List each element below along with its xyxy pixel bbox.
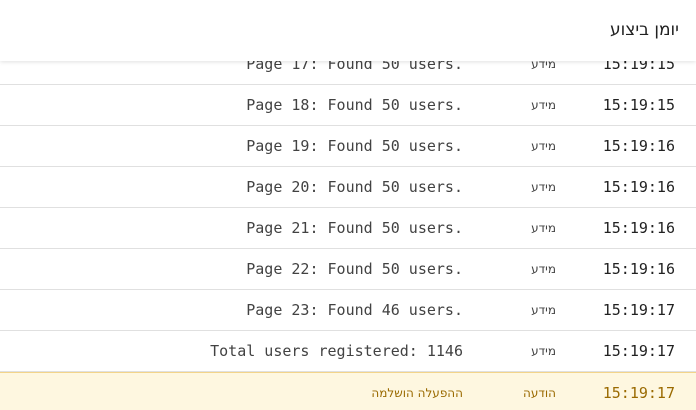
- log-time: 15:19:16: [602, 219, 675, 237]
- log-time: 15:19:15: [602, 96, 675, 114]
- log-list[interactable]: 15:19:15 מידע Page 17: Found 50 users. 1…: [0, 44, 696, 410]
- log-time: 15:19:16: [602, 260, 675, 278]
- log-time: 15:19:16: [602, 137, 675, 155]
- log-row: 15:19:16 מידע Page 20: Found 50 users.: [0, 167, 696, 208]
- log-row: 15:19:17 מידע Page 23: Found 46 users.: [0, 290, 696, 331]
- log-message: Page 19: Found 50 users.: [246, 137, 463, 155]
- log-level: הודעה: [522, 386, 556, 400]
- execution-log-panel: יומן ביצוע 15:19:15 מידע Page 17: Found …: [0, 0, 696, 410]
- log-row: 15:19:17 מידע Total users registered: 11…: [0, 331, 696, 372]
- log-message: ההפעלה הושלמה: [371, 386, 463, 400]
- log-message: Total users registered: 1146: [210, 342, 463, 360]
- log-level: מידע: [531, 180, 556, 194]
- log-row: 15:19:16 מידע Page 21: Found 50 users.: [0, 208, 696, 249]
- log-message: Page 23: Found 46 users.: [246, 301, 463, 319]
- log-level: מידע: [531, 221, 556, 235]
- log-row-success: 15:19:17 הודעה ההפעלה הושלמה: [0, 372, 696, 410]
- log-time: 15:19:17: [602, 384, 675, 402]
- log-message: Page 22: Found 50 users.: [246, 260, 463, 278]
- log-message: Page 20: Found 50 users.: [246, 178, 463, 196]
- log-row: 15:19:16 מידע Page 22: Found 50 users.: [0, 249, 696, 290]
- log-row: 15:19:16 מידע Page 19: Found 50 users.: [0, 126, 696, 167]
- log-message: Page 18: Found 50 users.: [246, 96, 463, 114]
- log-level: מידע: [531, 139, 556, 153]
- log-message: Page 21: Found 50 users.: [246, 219, 463, 237]
- log-level: מידע: [531, 98, 556, 112]
- panel-title: יומן ביצוע: [609, 20, 679, 40]
- log-time: 15:19:17: [602, 342, 675, 360]
- panel-header: יומן ביצוע: [0, 0, 696, 61]
- log-time: 15:19:16: [602, 178, 675, 196]
- log-time: 15:19:17: [602, 301, 675, 319]
- log-level: מידע: [531, 344, 556, 358]
- log-level: מידע: [531, 303, 556, 317]
- log-row: 15:19:15 מידע Page 18: Found 50 users.: [0, 85, 696, 126]
- log-level: מידע: [531, 262, 556, 276]
